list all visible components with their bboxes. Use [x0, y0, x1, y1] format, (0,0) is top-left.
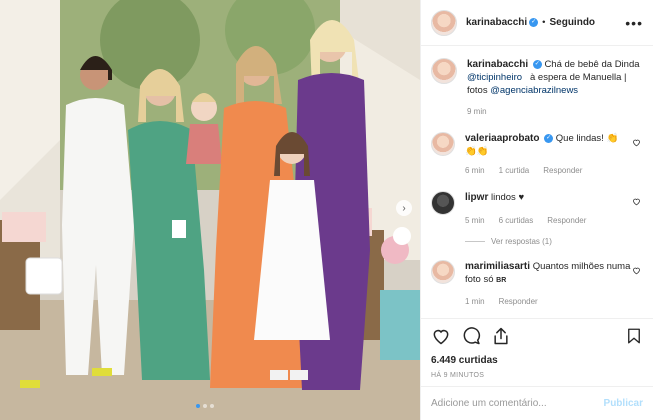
caption-text: Chá de bebê da Dinda	[544, 59, 640, 70]
comment-username[interactable]: lipwr	[465, 192, 488, 203]
avatar[interactable]	[431, 260, 455, 284]
carousel-dot	[196, 404, 200, 408]
carousel-dot	[210, 404, 214, 408]
caption-mention[interactable]: @agenciabrazilnews	[490, 85, 578, 96]
like-comment-heart-icon[interactable]	[632, 266, 641, 275]
reply-button[interactable]: Responder	[543, 164, 582, 177]
share-icon[interactable]	[491, 326, 511, 346]
comment-time: 6 min	[465, 166, 485, 175]
post-header: karinabacchi ✓ • Seguindo •••	[421, 0, 653, 46]
comment-likes[interactable]: 1 curtida	[499, 164, 530, 177]
add-comment-bar: Publicar	[421, 386, 653, 420]
likes-count[interactable]: 6.449 curtidas	[431, 355, 643, 366]
avatar[interactable]	[431, 9, 457, 36]
party-photo-illustration	[0, 0, 420, 420]
reply-button[interactable]: Responder	[547, 214, 586, 227]
like-comment-heart-icon[interactable]	[632, 197, 641, 206]
more-options-icon[interactable]: •••	[625, 15, 643, 31]
comment-likes[interactable]: 6 curtidas	[499, 214, 534, 227]
avatar[interactable]	[431, 58, 457, 84]
comment-input[interactable]	[431, 398, 604, 409]
next-photo-button[interactable]: ›	[396, 200, 412, 216]
caption-time: 9 min	[467, 107, 487, 116]
verified-badge-icon: ✓	[529, 18, 539, 27]
comment-time: 5 min	[465, 216, 485, 225]
view-replies-label: Ver respostas (1)	[491, 237, 552, 246]
carousel-indicator	[196, 404, 214, 408]
verified-badge-icon: ✓	[532, 59, 542, 69]
divider	[465, 241, 485, 242]
like-heart-icon[interactable]	[431, 326, 451, 346]
publish-button[interactable]: Publicar	[604, 398, 643, 409]
avatar[interactable]	[431, 191, 455, 215]
follow-status-button[interactable]: Seguindo	[549, 17, 595, 28]
post-author-username[interactable]: karinabacchi	[466, 17, 527, 28]
post-actions: 6.449 curtidas HÁ 9 MINUTOS	[421, 318, 653, 379]
caption: karinabacchi ✓ Chá de bebê da Dinda @tic…	[431, 58, 643, 118]
header-separator: •	[542, 17, 546, 28]
comment-username[interactable]: marimiliasarti	[465, 261, 530, 272]
caption-text	[525, 72, 528, 83]
chevron-right-icon: ›	[402, 202, 406, 214]
caption-mention[interactable]: @ticipinheiro	[467, 72, 522, 83]
save-bookmark-icon[interactable]	[625, 326, 643, 346]
action-icons	[431, 325, 643, 347]
carousel-dot	[203, 404, 207, 408]
comment-text: lindos ♥	[490, 192, 525, 203]
list-item: lipwr lindos ♥ 5 min 6 curtidas Responde…	[431, 191, 643, 227]
like-comment-heart-icon[interactable]	[632, 138, 641, 147]
post-time: HÁ 9 MINUTOS	[431, 372, 485, 379]
list-item: valeriaaprobato ✓ Que lindas! 👏 👏👏 6 min…	[431, 132, 643, 177]
comments-list: karinabacchi ✓ Chá de bebê da Dinda @tic…	[421, 58, 653, 316]
post-side-panel: karinabacchi ✓ • Seguindo ••• karinabacc…	[420, 0, 653, 420]
verified-badge-icon: ✓	[544, 133, 554, 143]
comment-flag-suffix: BR	[496, 277, 507, 284]
caption-username[interactable]: karinabacchi	[467, 59, 528, 70]
comment-emoji-line: 👏👏	[465, 146, 489, 157]
avatar[interactable]	[431, 132, 455, 156]
view-replies-button[interactable]: Ver respostas (1)	[465, 237, 643, 246]
comment-bubble-icon[interactable]	[461, 326, 481, 346]
comment-text: Que lindas! 👏	[555, 133, 619, 144]
list-item: marimiliasarti Quantos milhões numa foto…	[431, 260, 643, 308]
comment-time: 1 min	[465, 297, 485, 306]
post-photo[interactable]: ›	[0, 0, 420, 420]
reply-button[interactable]: Responder	[499, 295, 538, 308]
comment-username[interactable]: valeriaaprobato	[465, 133, 539, 144]
